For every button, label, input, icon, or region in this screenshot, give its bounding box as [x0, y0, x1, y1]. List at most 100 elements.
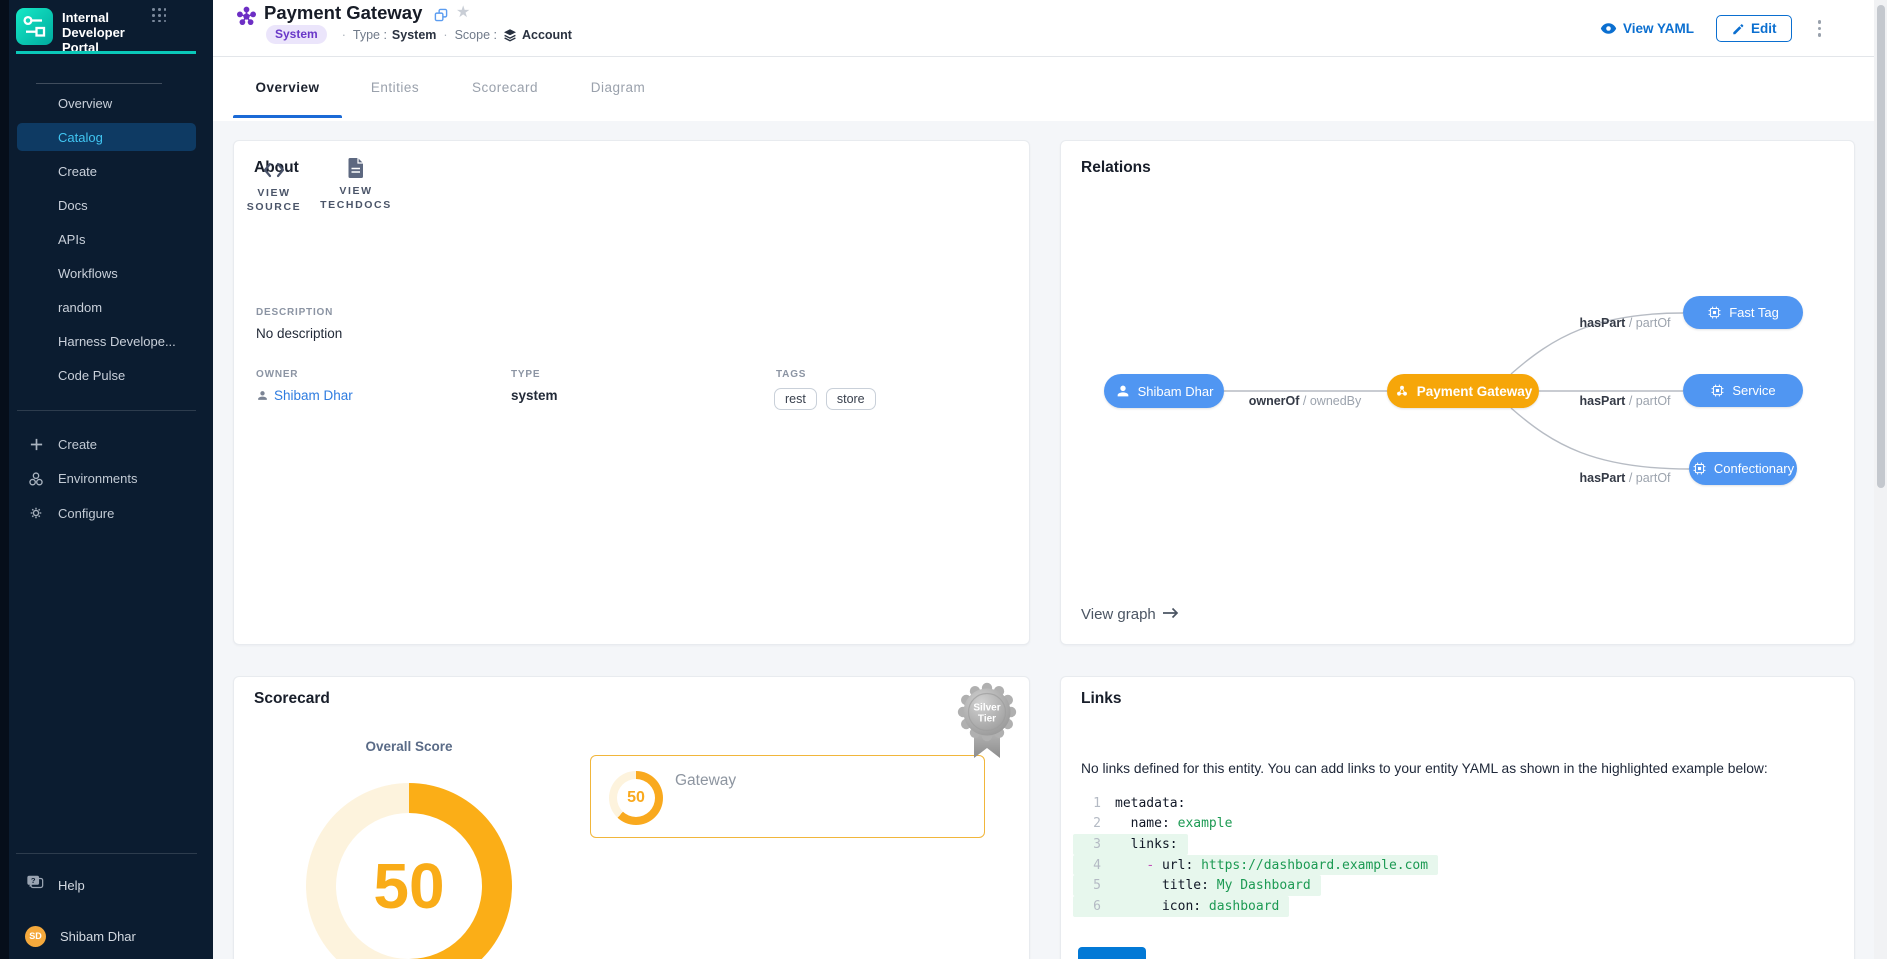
scorecard-title: Scorecard: [254, 690, 330, 708]
yaml-code-block: 1metadata:2 name: example3 links:4 - url…: [1073, 793, 1438, 917]
links-title: Links: [1081, 690, 1121, 708]
scorecard-card: Scorecard Overall Score 50 50Gateway Sil…: [233, 676, 1030, 959]
kind-badge: System: [266, 25, 327, 44]
tab-overview[interactable]: Overview: [233, 57, 342, 118]
user-name: Shibam Dhar: [60, 929, 136, 944]
description-value: No description: [256, 326, 342, 341]
edge-label-haspart: hasPart / partOf: [1562, 471, 1688, 485]
type-label: Type :: [353, 28, 387, 42]
tags-label: TAGS: [776, 369, 806, 380]
entity-kind-icon: [236, 6, 257, 27]
apps-grid-icon[interactable]: [152, 8, 167, 23]
overall-score-label: Overall Score: [306, 739, 512, 754]
graph-node-label: Payment Gateway: [1417, 384, 1533, 399]
scope-label: Scope :: [455, 28, 497, 42]
person-icon: [1115, 383, 1131, 399]
graph-node-label: Fast Tag: [1729, 305, 1779, 320]
brand-underline: [16, 51, 196, 54]
sidebar-item-overview[interactable]: Overview: [17, 89, 196, 117]
user-menu[interactable]: SD Shibam Dhar: [17, 922, 196, 950]
line-number: 4: [1079, 858, 1101, 873]
sidebar-item-catalog[interactable]: Catalog: [17, 123, 196, 151]
entry-name: Gateway: [675, 772, 736, 790]
chip-icon: [1707, 305, 1722, 320]
scope-icon: [503, 28, 517, 42]
sidebar-item-label: random: [58, 300, 102, 315]
code-line-6: 6 icon: dashboard: [1073, 896, 1289, 917]
tab-bar: OverviewEntitiesScorecardDiagram: [213, 57, 1887, 121]
sidebar-item-docs[interactable]: Docs: [17, 191, 196, 219]
app-root: Internal Developer Portal Overview Catalo…: [0, 0, 1887, 959]
page-scrollbar: [1874, 0, 1887, 959]
graph-node-label: Shibam Dhar: [1138, 384, 1214, 399]
view-source-action[interactable]: VIEW SOURCE: [242, 157, 306, 214]
graph-node-shibam-dhar[interactable]: Shibam Dhar: [1104, 374, 1224, 408]
help-item[interactable]: ? Help: [17, 871, 196, 899]
edge-label-haspart: hasPart / partOf: [1562, 394, 1688, 408]
sidebar-action-create[interactable]: Create: [17, 430, 196, 458]
tier-medal-badge: Silver Tier: [953, 668, 1021, 762]
view-yaml-button[interactable]: View YAML: [1600, 21, 1694, 36]
scope-value: Account: [522, 28, 572, 42]
sidebar-divider-top: [36, 83, 162, 84]
tab-diagram[interactable]: Diagram: [565, 57, 671, 118]
sidebar-action-environments[interactable]: Environments: [17, 465, 196, 493]
document-icon: [347, 155, 365, 181]
sidebar-item-harness-develope[interactable]: Harness Develope...: [17, 327, 196, 355]
sidebar-item-random[interactable]: random: [17, 293, 196, 321]
environments-icon: [27, 471, 45, 487]
svg-text:?: ?: [31, 876, 36, 885]
line-number: 3: [1079, 837, 1101, 852]
tag-list: rest store: [774, 388, 876, 410]
page-title: Payment Gateway: [264, 2, 422, 24]
code-line-1: 1metadata:: [1073, 793, 1195, 814]
code-icon: [262, 157, 286, 183]
graph-node-payment-gateway[interactable]: Payment Gateway: [1387, 374, 1539, 408]
more-options-kebab[interactable]: [1814, 16, 1826, 41]
sidebar-divider-middle: [17, 410, 196, 411]
graph-node-label: Service: [1732, 383, 1775, 398]
code-line-4: 4 - url: https://dashboard.example.com: [1073, 855, 1438, 876]
line-number: 6: [1079, 899, 1101, 914]
user-avatar: SD: [25, 926, 46, 947]
help-label: Help: [58, 878, 85, 893]
sidebar-action-configure[interactable]: Configure: [17, 499, 196, 527]
line-number: 5: [1079, 878, 1101, 893]
header-actions: View YAML Edit: [1600, 0, 1825, 57]
tag-chip-rest[interactable]: rest: [774, 388, 817, 410]
sidebar-item-apis[interactable]: APIs: [17, 225, 196, 253]
relations-graph: Shibam Dhar Payment Gateway Fast Tag Servic…: [1061, 141, 1854, 644]
view-graph-link[interactable]: View graph: [1081, 606, 1179, 623]
owner-link[interactable]: Shibam Dhar: [256, 388, 353, 403]
sidebar-divider-bottom: [16, 853, 197, 854]
view-techdocs-action[interactable]: VIEW TECHDOCS: [316, 155, 396, 212]
sidebar-item-workflows[interactable]: Workflows: [17, 259, 196, 287]
chip-icon: [1692, 461, 1707, 476]
scrollbar-thumb[interactable]: [1877, 5, 1885, 488]
scorecard-entry-gateway[interactable]: 50Gateway: [590, 755, 985, 838]
line-number: 2: [1079, 816, 1101, 831]
eye-icon: [1600, 22, 1617, 35]
network-icon: [1394, 383, 1410, 399]
sidebar-item-code-pulse[interactable]: Code Pulse: [17, 361, 196, 389]
type-field-label: TYPE: [511, 369, 540, 380]
brand[interactable]: Internal Developer Portal: [16, 8, 206, 48]
type-value: System: [392, 28, 436, 42]
code-line-5: 5 title: My Dashboard: [1073, 875, 1321, 896]
sidebar-item-create[interactable]: Create: [17, 157, 196, 185]
person-small-icon: [256, 389, 269, 402]
tab-scorecard[interactable]: Scorecard: [445, 57, 565, 118]
graph-node-fast-tag[interactable]: Fast Tag: [1683, 296, 1803, 329]
graph-node-confectionary[interactable]: Confectionary: [1689, 452, 1797, 485]
favorite-star-icon[interactable]: ★: [456, 2, 470, 22]
entity-meta: System · Type : System · Scope : Account: [266, 25, 572, 44]
edit-button[interactable]: Edit: [1716, 15, 1792, 42]
sidebar-action-label: Environments: [58, 471, 137, 486]
line-number: 1: [1079, 796, 1101, 811]
chip-icon: [1710, 383, 1725, 398]
tab-entities[interactable]: Entities: [345, 57, 445, 118]
graph-node-service[interactable]: Service: [1683, 374, 1803, 407]
links-primary-button[interactable]: [1078, 947, 1146, 959]
tag-chip-store[interactable]: store: [826, 388, 876, 410]
sidebar: Internal Developer Portal Overview Catalo…: [0, 0, 213, 959]
